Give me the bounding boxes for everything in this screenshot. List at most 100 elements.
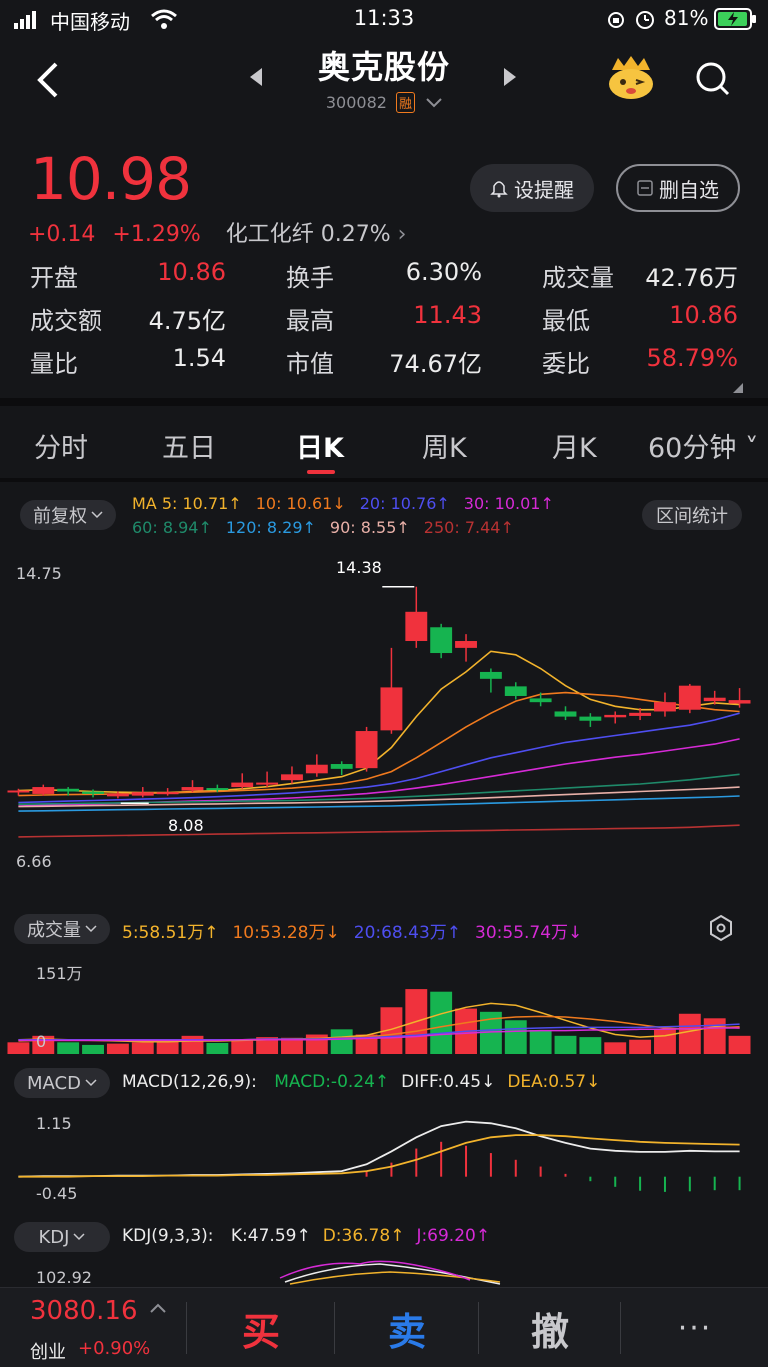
- more-button[interactable]: ···: [622, 1288, 768, 1367]
- candle-body: [57, 788, 80, 792]
- index-name: 创业: [30, 1342, 66, 1363]
- range-stats-label: 区间统计: [656, 506, 728, 527]
- price-axis-bottom: 6.66: [16, 852, 52, 871]
- chevron-down-icon[interactable]: [426, 93, 442, 112]
- candle-body: [554, 711, 577, 717]
- kdj-legend: KDJ(9,3,3): K:47.59↑ D:36.78↑ J:69.20↑: [122, 1226, 490, 1246]
- stat-value: 6.30%: [405, 258, 482, 286]
- candle-body: [156, 792, 179, 795]
- kdj-params: KDJ(9,3,3):: [122, 1226, 214, 1246]
- candle-body: [380, 687, 403, 731]
- chevron-down-icon: [85, 925, 97, 933]
- stat-label: 成交额: [30, 307, 102, 335]
- stat-value: 4.75亿: [148, 307, 226, 335]
- tab-5[interactable]: 60分钟 ˅: [648, 426, 758, 465]
- orientation-lock-icon: [606, 10, 626, 35]
- set-alert-label: 设提醒: [514, 177, 574, 202]
- tab-3[interactable]: 周K: [422, 426, 467, 465]
- macd-dea-line: [18, 1134, 740, 1178]
- set-alert-button[interactable]: 设提醒: [470, 164, 594, 212]
- cancel-order-button[interactable]: 撤: [480, 1288, 620, 1367]
- stat-2-0: 量比 1.54: [30, 344, 226, 379]
- stat-label: 量比: [30, 350, 78, 378]
- chevron-down-icon: [73, 1233, 86, 1241]
- settings-button[interactable]: [708, 914, 734, 946]
- remove-watchlist-button[interactable]: 删自选: [616, 164, 740, 212]
- range-stats-button[interactable]: 区间统计: [642, 500, 742, 530]
- candle-body: [82, 791, 104, 794]
- bottom-trade-bar: 3080.16 创业 +0.90% 买 卖 撤 ···: [0, 1287, 768, 1367]
- volume-bar: [181, 1035, 204, 1054]
- ma-legend-row2: 60: 8.94↑ 120: 8.29↑ 90: 8.55↑ 250: 7.44↑: [132, 518, 514, 537]
- bell-icon: [490, 181, 508, 198]
- kline-chart[interactable]: [0, 552, 768, 902]
- macd-params: MACD(12,26,9):: [122, 1072, 257, 1092]
- stat-value: 1.54: [172, 344, 226, 372]
- volume-bar: [629, 1039, 652, 1054]
- expand-corner-icon[interactable]: [733, 378, 743, 397]
- adjust-dropdown[interactable]: 前复权: [20, 500, 116, 530]
- stat-value: 74.67亿: [389, 350, 482, 378]
- volume-label: 成交量: [27, 920, 81, 941]
- kdj-legend-item: K:47.59↑: [230, 1226, 311, 1246]
- hexagon-settings-icon: [710, 914, 732, 942]
- divider: [0, 398, 768, 406]
- buy-label: 买: [241, 1309, 280, 1354]
- candle-body: [181, 787, 204, 791]
- ma-legend-item: 30: 10.01↑: [463, 494, 554, 513]
- candle-body: [256, 782, 279, 785]
- volume-bar: [57, 1042, 80, 1054]
- mascot-icon: [609, 56, 653, 99]
- stat-0-1: 换手 6.30%: [286, 258, 482, 293]
- candle-body: [405, 611, 428, 642]
- adjust-label: 前复权: [33, 506, 87, 527]
- chevron-down-icon: [85, 1079, 97, 1087]
- buy-button[interactable]: 买: [188, 1288, 334, 1367]
- volume-legend-item: 5:58.51万↑: [122, 923, 219, 943]
- kdj-dropdown[interactable]: KDJ: [14, 1222, 110, 1252]
- stat-0-0: 开盘 10.86: [30, 258, 226, 293]
- volume-bar: [728, 1035, 751, 1054]
- volume-bar: [330, 1029, 353, 1054]
- volume-bar: [131, 1042, 154, 1054]
- volume-bar: [554, 1035, 577, 1054]
- macd-legend: MACD(12,26,9): MACD:-0.24↑ DIFF:0.45↓ DEA:…: [122, 1072, 600, 1092]
- tab-0[interactable]: 分时: [34, 426, 88, 465]
- kdj-chart[interactable]: [0, 1258, 768, 1288]
- volume-chart[interactable]: [0, 952, 768, 1056]
- volume-bar: [579, 1037, 602, 1054]
- stat-value: 10.86: [157, 258, 226, 286]
- chevron-right-icon: ›: [397, 222, 407, 247]
- current-price: 10.98: [30, 145, 192, 213]
- candle-body: [32, 787, 55, 794]
- sector-link[interactable]: 化工化纤 0.27% ›: [226, 222, 407, 247]
- tab-1[interactable]: 五日: [162, 426, 216, 465]
- volume-bar: [654, 1029, 676, 1054]
- macd-dropdown[interactable]: MACD: [14, 1068, 110, 1098]
- candle-body: [7, 790, 30, 793]
- candle-body: [430, 627, 453, 654]
- candle-body: [206, 788, 229, 791]
- mascot-avatar[interactable]: [606, 56, 656, 100]
- sell-button[interactable]: 卖: [336, 1288, 478, 1367]
- tab-2[interactable]: 日K: [296, 426, 344, 465]
- next-stock-button[interactable]: [502, 66, 518, 92]
- battery-icon: [714, 8, 758, 35]
- volume-bar: [231, 1039, 254, 1054]
- index-value: 3080.16: [30, 1296, 138, 1326]
- volume-axis-zero: 0: [36, 1032, 47, 1051]
- volume-legend-item: 20:68.43万↑: [353, 923, 462, 943]
- index-ticker[interactable]: 3080.16 创业 +0.90%: [0, 1288, 186, 1367]
- tab-4[interactable]: 月K: [552, 426, 597, 465]
- candle-body: [479, 671, 502, 679]
- bar-divider: [186, 1302, 187, 1354]
- volume-dropdown[interactable]: 成交量: [14, 914, 110, 944]
- candle-body: [455, 641, 477, 648]
- macd-chart[interactable]: [0, 1106, 768, 1210]
- candle-body: [529, 698, 552, 703]
- stat-label: 市值: [286, 350, 334, 378]
- candle-body: [629, 712, 652, 716]
- search-button[interactable]: [694, 60, 732, 102]
- candle-body: [654, 702, 676, 712]
- volume-legend-item: 30:55.74万↓: [475, 923, 583, 943]
